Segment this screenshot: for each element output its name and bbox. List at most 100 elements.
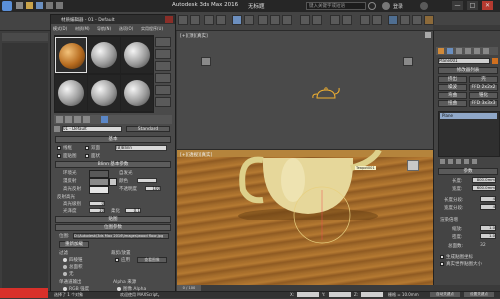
mirror-button[interactable] [330,15,340,25]
opacity-field[interactable]: 100 [145,186,161,191]
maximize-button[interactable]: □ [467,1,478,10]
radio-summed[interactable] [63,265,67,269]
face-map-checkbox[interactable] [57,154,61,158]
mod-button-4[interactable]: FFD 2x2x2 [469,84,498,91]
new-file-icon[interactable] [16,2,23,9]
persp-viewport-label[interactable]: [+][透视][真实] [180,152,212,158]
mod-button-5[interactable]: 弯曲 [438,92,467,99]
app-logo-icon[interactable] [2,1,12,11]
shader-type-dropdown[interactable]: (B)Blinn [115,145,167,151]
remove-modifier-icon[interactable] [464,159,469,164]
params-rollout[interactable]: 参数 [438,168,498,175]
redo-icon[interactable] [56,2,63,9]
close-button[interactable]: ✕ [482,1,493,10]
help-icon[interactable] [420,2,428,10]
sample-type-button[interactable] [155,37,171,47]
utilities-tab-icon[interactable] [483,48,489,54]
mod-button-3[interactable]: 噪波 [438,84,467,91]
object-name-field[interactable]: Plane001 [438,58,490,64]
options-button[interactable] [155,97,171,107]
viewcube-icon[interactable] [201,57,211,66]
sample-slot-2[interactable] [88,37,120,73]
minimize-button[interactable]: — [452,1,463,10]
material-editor-close-icon[interactable] [165,16,173,23]
material-name-field[interactable]: 01 - Default [62,126,122,132]
modifier-stack[interactable]: Plane [438,111,500,157]
reload-button[interactable]: 重新加载 [59,241,89,248]
maxscript-listener-button[interactable] [0,288,48,298]
radio-none[interactable] [63,272,67,276]
sample-slot-5[interactable] [88,75,120,111]
make-unique-icon[interactable] [456,159,461,164]
viewcube-icon[interactable] [407,160,419,171]
mod-button-6[interactable]: 锥化 [469,92,498,99]
menu-utilities[interactable]: 实用程序(U) [141,26,163,32]
object-color-swatch[interactable] [492,58,498,64]
search-icon[interactable] [368,2,376,10]
gizmo-circle[interactable] [287,180,357,250]
sample-slot-1[interactable] [55,37,87,73]
x-field[interactable] [297,292,319,297]
account-label[interactable]: 登录 [393,3,403,10]
curve-editor-button[interactable] [372,15,382,25]
diffuse-map-button[interactable] [109,178,117,186]
y-field[interactable] [329,292,351,297]
sample-slot-6[interactable] [121,75,153,111]
redo-button[interactable] [190,15,200,25]
align-button[interactable] [342,15,352,25]
pin-stack-icon[interactable] [440,159,445,164]
create-tab-icon[interactable] [438,48,444,54]
width-field[interactable]: 600.0mm [472,185,496,191]
rollout-bitmap-params[interactable]: 位图参数 [55,224,171,231]
menu-options[interactable]: 选项(O) [119,26,133,32]
render-frame-button[interactable] [412,15,422,25]
undo-icon[interactable] [46,2,53,9]
set-key-button[interactable]: 设置关键点 [464,292,494,297]
menu-navigation[interactable]: 导航(N) [97,26,111,32]
width-segs-field[interactable]: 4 [480,204,496,210]
snap-toggle-button[interactable] [300,15,310,25]
angle-snap-button[interactable] [312,15,322,25]
material-editor-button[interactable] [388,15,398,25]
real-world-checkbox[interactable] [440,262,444,266]
search-input[interactable]: 键入关键字或短语 [306,2,366,10]
assign-material-icon[interactable] [74,116,81,123]
modifier-list-dropdown[interactable]: 修改器列表 [438,67,498,74]
stack-item[interactable]: Plane [440,113,497,119]
layer-manager-button[interactable] [360,15,370,25]
glossiness-field[interactable]: 10 [89,208,105,213]
z-field[interactable] [361,292,383,297]
rollout-basic-params[interactable]: 基本 [55,136,171,143]
menu-mode[interactable]: 模式(D) [53,26,67,32]
rotate-button[interactable] [270,15,280,25]
radio-pyramidal[interactable] [63,258,67,262]
length-segs-field[interactable]: 4 [480,196,496,202]
motion-tab-icon[interactable] [465,48,471,54]
select-by-name-button[interactable] [244,15,254,25]
teapot-top-icon[interactable] [311,86,341,102]
view-image-button[interactable]: 查看图像 [137,257,167,263]
mod-button-1[interactable]: 挤出 [438,76,467,83]
save-file-icon[interactable] [36,2,43,9]
open-file-icon[interactable] [26,2,33,9]
perspective-viewport[interactable]: [+][透视][真实] Teapot001 [177,150,433,285]
density-field[interactable]: 1.0 [480,233,496,239]
scale-field[interactable]: 1.0 [480,225,496,231]
reset-map-icon[interactable] [83,116,90,123]
top-viewport-label[interactable]: [+][顶][真实] [180,33,208,39]
configure-sets-icon[interactable] [472,159,477,164]
sample-uv-button[interactable] [155,73,171,83]
mod-button-8[interactable]: FFD 3x3x3 [469,100,498,107]
get-material-icon[interactable] [56,116,63,123]
show-map-icon[interactable] [101,116,108,123]
viewcube-icon[interactable] [403,57,413,66]
auto-key-button[interactable]: 自动关键点 [430,292,460,297]
gen-mapping-checkbox[interactable] [440,255,444,259]
display-tab-icon[interactable] [474,48,480,54]
scene-tree[interactable] [2,43,48,293]
faceted-checkbox[interactable] [85,154,89,158]
modify-tab-icon[interactable] [447,48,453,54]
backlight-button[interactable] [155,49,171,59]
render-setup-button[interactable] [400,15,410,25]
pick-material-icon[interactable] [54,126,60,132]
